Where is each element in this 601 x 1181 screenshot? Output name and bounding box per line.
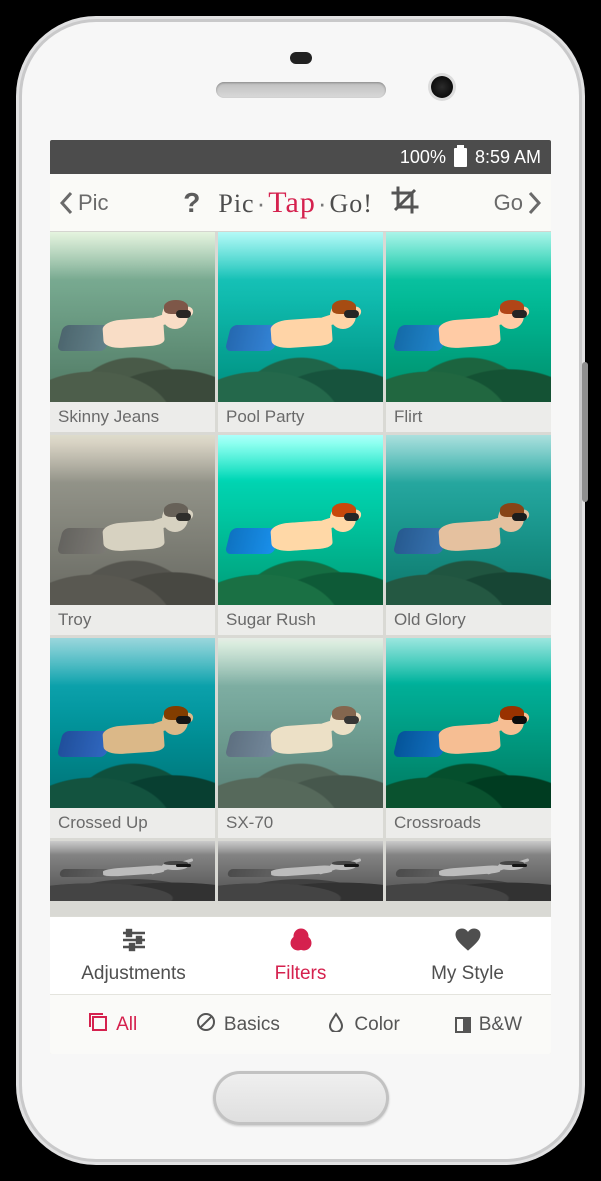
- filters-icon: [287, 927, 315, 959]
- forward-label: Go: [494, 190, 523, 216]
- halfbox-icon: [455, 1017, 471, 1033]
- primary-tab-bar: Adjustments Filters My Style: [50, 916, 551, 994]
- crop-icon: [391, 186, 419, 214]
- chevron-right-icon: [525, 190, 543, 216]
- app-screen: 100% 8:59 AM Pic ? Pic·Tap·Go!: [50, 140, 551, 1054]
- tab-label: My Style: [431, 963, 504, 985]
- filter-label: SX-70: [218, 808, 383, 838]
- droplet-icon: [326, 1012, 346, 1038]
- sliders-icon: [120, 927, 148, 959]
- help-button[interactable]: ?: [183, 187, 200, 219]
- filter-tile[interactable]: Crossed Up: [50, 638, 215, 838]
- phone-sensor: [290, 52, 312, 64]
- filters-grid[interactable]: Skinny JeansPool PartyFlirt TroySugar Rus…: [50, 232, 551, 916]
- stack-icon: [88, 1012, 108, 1038]
- crop-button[interactable]: [391, 186, 419, 219]
- tab-label: Filters: [275, 963, 327, 985]
- forward-button[interactable]: Go: [494, 190, 543, 216]
- filter-label: Flirt: [386, 402, 551, 432]
- filter-label: Crossed Up: [50, 808, 215, 838]
- filter-label: Pool Party: [218, 402, 383, 432]
- android-status-bar: 100% 8:59 AM: [50, 140, 551, 174]
- filter-tile-partial[interactable]: [50, 841, 215, 901]
- app-top-bar: Pic ? Pic·Tap·Go! Go: [50, 174, 551, 232]
- filter-label: Sugar Rush: [218, 605, 383, 635]
- filter-tile[interactable]: Old Glory: [386, 435, 551, 635]
- filter-label: Crossroads: [386, 808, 551, 838]
- tab-adjustments[interactable]: Adjustments: [50, 917, 217, 994]
- subtab-label: B&W: [479, 1014, 522, 1036]
- app-logo: Pic·Tap·Go!: [218, 186, 373, 220]
- tab-filters[interactable]: Filters: [217, 917, 384, 994]
- phone-front-camera: [431, 76, 453, 98]
- battery-icon: [454, 148, 467, 167]
- back-button[interactable]: Pic: [58, 190, 109, 216]
- subtab-label: Color: [354, 1014, 399, 1036]
- subtab-all[interactable]: All: [50, 1012, 175, 1038]
- filter-label: Troy: [50, 605, 215, 635]
- filter-tile[interactable]: SX-70: [218, 638, 383, 838]
- filter-tile[interactable]: Sugar Rush: [218, 435, 383, 635]
- filter-tile[interactable]: Crossroads: [386, 638, 551, 838]
- battery-percent: 100%: [400, 147, 446, 168]
- secondary-tab-bar: All Basics Color B&W: [50, 994, 551, 1054]
- top-center-tools: ? Pic·Tap·Go!: [183, 186, 419, 220]
- back-label: Pic: [78, 190, 109, 216]
- tab-my-style[interactable]: My Style: [384, 917, 551, 994]
- filter-tile-partial[interactable]: [218, 841, 383, 901]
- tab-label: Adjustments: [81, 963, 186, 985]
- chevron-left-icon: [58, 190, 76, 216]
- heart-icon: [454, 927, 482, 959]
- filter-label: Skinny Jeans: [50, 402, 215, 432]
- subtab-label: All: [116, 1014, 137, 1036]
- filter-tile[interactable]: Troy: [50, 435, 215, 635]
- subtab-b-w[interactable]: B&W: [426, 1014, 551, 1036]
- subtab-color[interactable]: Color: [301, 1012, 426, 1038]
- phone-frame: 100% 8:59 AM Pic ? Pic·Tap·Go!: [22, 22, 579, 1159]
- filter-label: Old Glory: [386, 605, 551, 635]
- filter-tile[interactable]: Pool Party: [218, 232, 383, 432]
- subtab-basics[interactable]: Basics: [175, 1012, 300, 1038]
- subtab-label: Basics: [224, 1014, 280, 1036]
- filter-tile-partial[interactable]: [386, 841, 551, 901]
- phone-home-button[interactable]: [213, 1071, 389, 1125]
- filter-tile[interactable]: Skinny Jeans: [50, 232, 215, 432]
- phone-side-button: [582, 362, 588, 502]
- phone-earpiece: [216, 82, 386, 98]
- filter-tile[interactable]: Flirt: [386, 232, 551, 432]
- ban-icon: [196, 1012, 216, 1038]
- clock: 8:59 AM: [475, 147, 541, 168]
